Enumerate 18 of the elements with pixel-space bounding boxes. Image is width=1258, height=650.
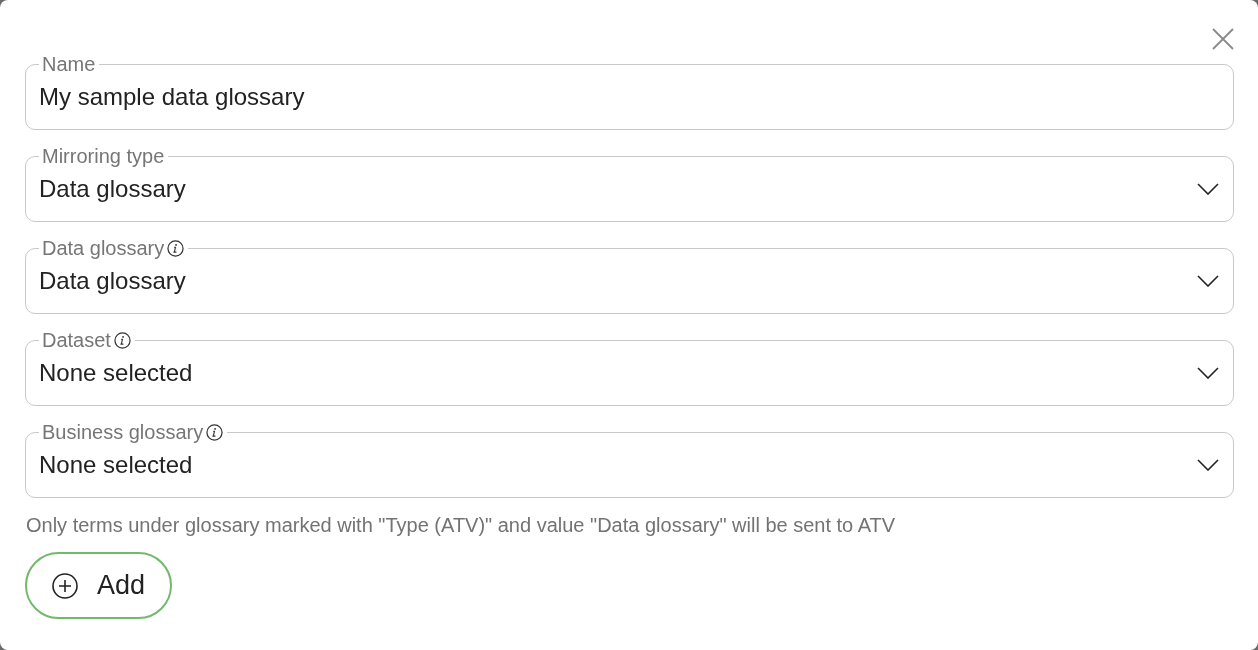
dropdown[interactable]: Mirroring type Data glossary bbox=[25, 145, 1234, 222]
add-button[interactable]: Add bbox=[25, 552, 173, 619]
helper-text: Only terms under glossary marked with "Type (ATV)" and value "Data glossary" will be sent to ATV bbox=[26, 513, 897, 537]
field-label: Data glossary bbox=[42, 237, 165, 260]
chevron-down-icon bbox=[1197, 183, 1219, 195]
dropdown[interactable]: Data glossary Data glossary bbox=[25, 237, 1234, 314]
chevron-down-icon bbox=[1197, 367, 1219, 379]
close-icon bbox=[1212, 28, 1234, 50]
dropdown[interactable]: Dataset None selected bbox=[25, 329, 1234, 406]
plus-circle-icon bbox=[52, 572, 78, 599]
close-button[interactable] bbox=[1212, 28, 1234, 50]
field-label: Business glossary bbox=[42, 421, 204, 444]
field-label: Mirroring type bbox=[42, 145, 165, 168]
field-label: Name bbox=[42, 53, 96, 76]
dropdown[interactable]: Business glossary None selected bbox=[25, 421, 1234, 498]
field-label: Dataset bbox=[42, 329, 111, 352]
chevron-down-icon bbox=[1197, 275, 1219, 287]
chevron-down-icon bbox=[1197, 459, 1219, 471]
